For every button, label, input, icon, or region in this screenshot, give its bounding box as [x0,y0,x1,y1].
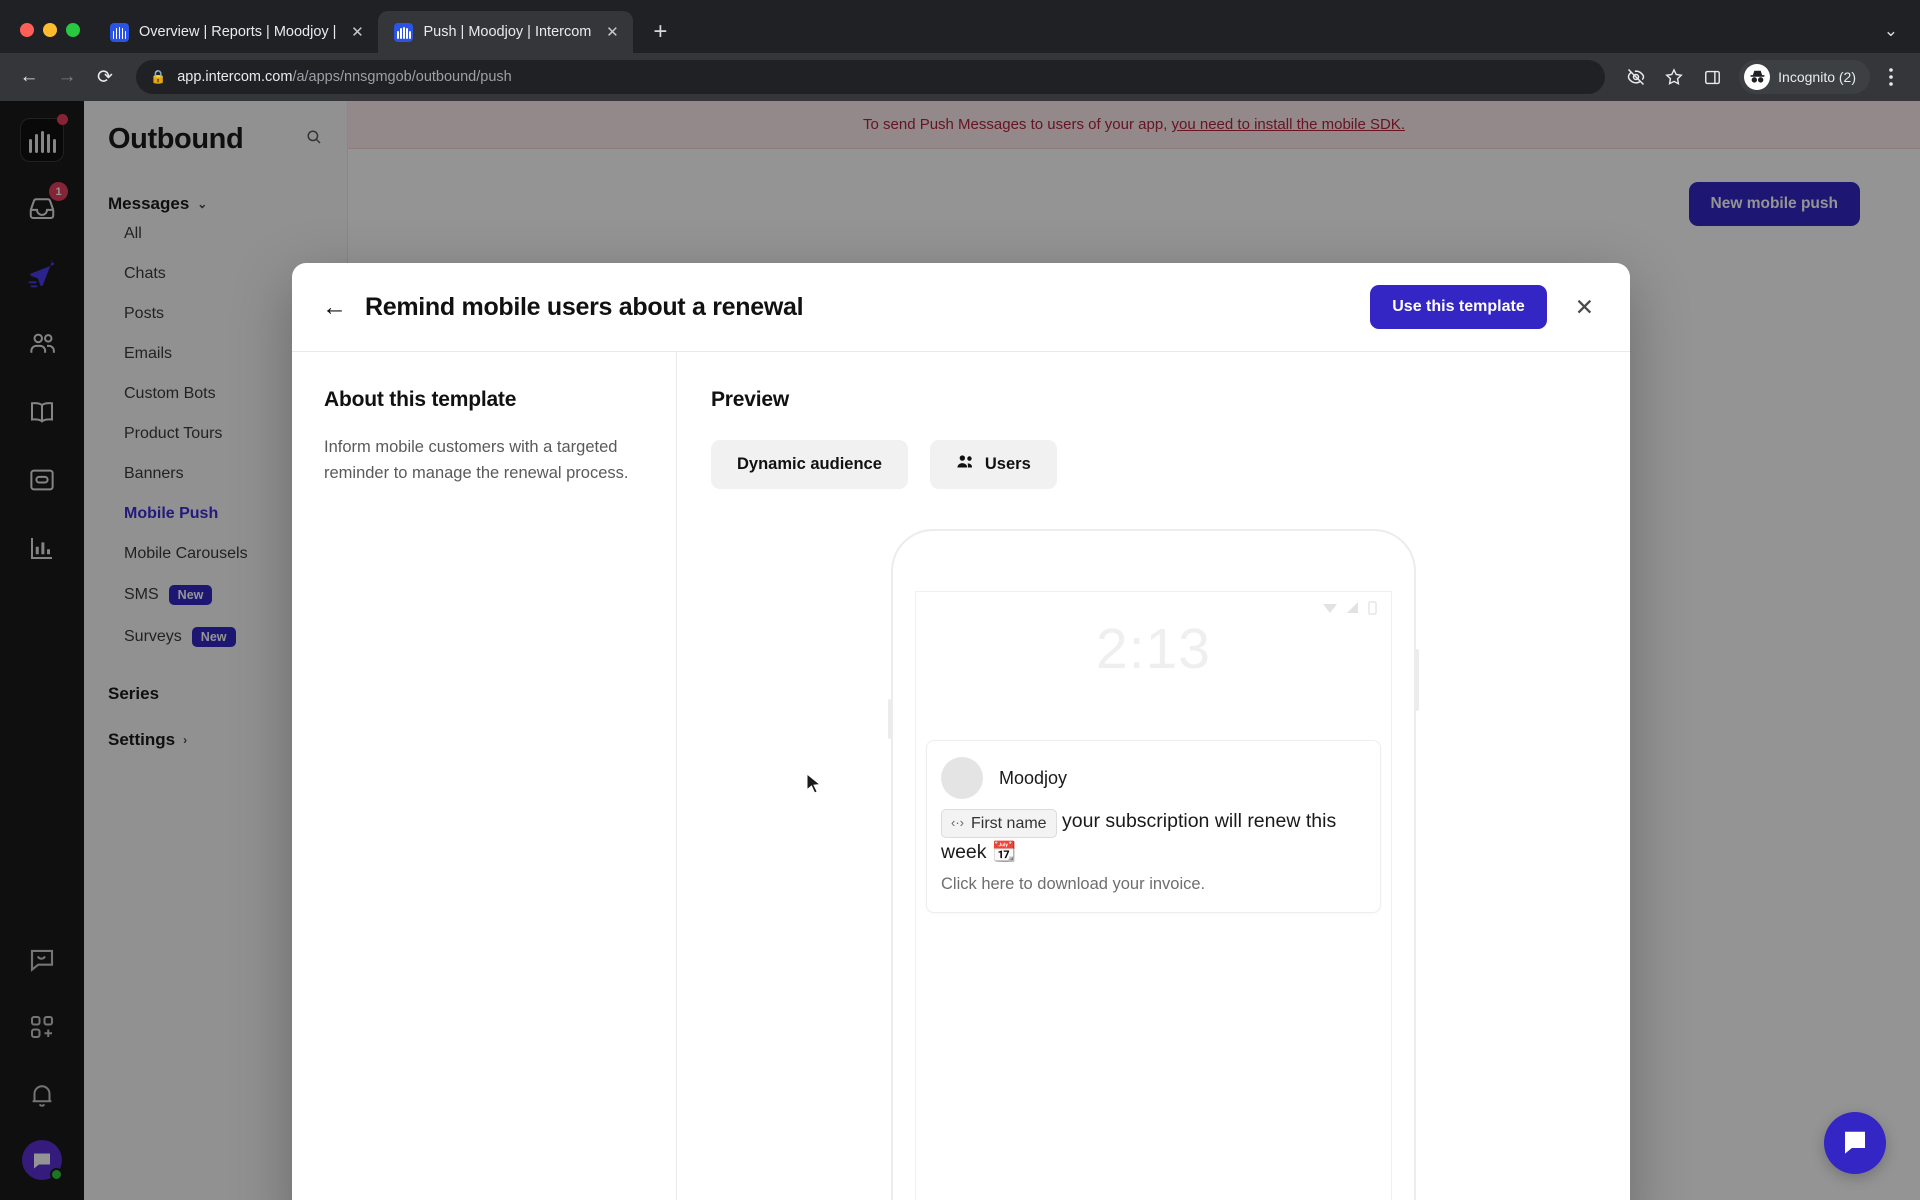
three-dot-menu-icon[interactable] [1874,60,1908,94]
minimize-window-button[interactable] [43,23,57,37]
intercom-favicon-icon [110,22,129,42]
phone-status-icons [1323,601,1377,615]
new-tab-button[interactable]: + [643,15,677,49]
preview-heading: Preview [711,388,789,411]
reload-button-icon[interactable]: ⟳ [88,60,122,94]
browser-window: Overview | Reports | Moodjoy | ✕ Push | … [0,0,1920,1200]
wifi-icon [1323,604,1337,613]
close-window-button[interactable] [20,23,34,37]
eye-slash-icon[interactable] [1619,60,1653,94]
phone-screen: 2:13 Moodjoy ‹·› First name your subscrip… [915,591,1392,1200]
push-notification-card: Moodjoy ‹·› First name your subscription … [926,740,1381,914]
back-arrow-icon[interactable]: ← [322,294,347,320]
back-button-icon[interactable]: ← [12,60,46,94]
phone-clock: 2:13 [1096,617,1211,681]
forward-button-icon[interactable]: → [50,60,84,94]
close-icon[interactable]: ✕ [1565,288,1604,327]
about-panel: About this template Inform mobile custom… [292,352,677,1200]
browser-tab-1[interactable]: Overview | Reports | Moodjoy | ✕ [94,11,379,53]
mouse-cursor [806,773,822,794]
maximize-window-button[interactable] [66,23,80,37]
tab-label: Users [984,455,1031,473]
notification-app-name: Moodjoy [999,767,1068,788]
address-bar[interactable]: 🔒 app.intercom.com/a/apps/nnsgmgob/outbo… [136,60,1606,94]
tab-title: Overview | Reports | Moodjoy | [139,24,337,40]
use-this-template-button[interactable]: Use this template [1370,285,1547,329]
tab-search-chevron-down-icon[interactable]: ⌄ [1884,21,1898,41]
tab-title: Push | Moodjoy | Intercom [423,24,592,40]
phone-power-button [1415,649,1419,711]
toolbar-right-group: Incognito (2) [1619,60,1908,94]
browser-tab-2[interactable]: Push | Moodjoy | Intercom ✕ [378,11,634,53]
star-icon[interactable] [1657,60,1691,94]
tab-close-icon[interactable]: ✕ [601,21,623,43]
tab-close-icon[interactable]: ✕ [346,21,368,43]
tab-label: Dynamic audience [737,455,882,473]
side-panel-icon[interactable] [1695,60,1729,94]
browser-toolbar: ← → ⟳ 🔒 app.intercom.com/a/apps/nnsgmgob… [0,53,1920,101]
battery-icon [1368,601,1377,615]
about-heading: About this template [324,388,517,411]
template-detail-modal: ← Remind mobile users about a renewal Us… [292,263,1630,1200]
intercom-favicon-icon [394,22,414,42]
notification-header: Moodjoy [941,757,1366,799]
notification-subtext: Click here to download your invoice. [941,875,1206,894]
window-traffic-lights [14,23,94,53]
notification-body: ‹·› First name your subscription will ren… [941,807,1366,866]
users-icon [956,454,975,475]
profile-chip[interactable]: Incognito (2) [1739,60,1870,94]
tab-dynamic-audience[interactable]: Dynamic audience [711,440,908,489]
modal-title: Remind mobile users about a renewal [365,292,804,321]
code-token-icon: ‹·› [951,815,964,830]
phone-mockup: 2:13 Moodjoy ‹·› First name your subscrip… [888,529,1419,1200]
url-host: app.intercom.com [177,69,293,85]
modal-header: ← Remind mobile users about a renewal Us… [292,263,1630,351]
tab-users[interactable]: Users [929,440,1057,489]
first-name-token[interactable]: ‹·› First name [941,808,1057,839]
profile-label: Incognito (2) [1778,69,1856,85]
url-path: /a/apps/nnsgmgob/outbound/push [292,69,512,85]
phone-preview-wrapper: 2:13 Moodjoy ‹·› First name your subscrip… [711,529,1596,1200]
page-viewport: 1 Outbound Messages ⌄ All Chats Posts Em… [0,101,1920,1200]
app-avatar [941,757,983,799]
lock-icon: 🔒 [150,69,167,84]
modal-body: About this template Inform mobile custom… [292,351,1630,1200]
signal-icon [1347,602,1358,613]
token-label: First name [971,814,1047,832]
tab-strip: Overview | Reports | Moodjoy | ✕ Push | … [0,0,1920,53]
preview-tabs: Dynamic audience Users [711,440,1596,489]
phone-volume-button [888,699,892,739]
about-body: Inform mobile customers with a targeted … [324,438,629,483]
messenger-launcher-icon[interactable] [1824,1112,1886,1174]
incognito-avatar-icon [1744,64,1771,90]
address-bar-url: app.intercom.com/a/apps/nnsgmgob/outboun… [177,69,512,85]
